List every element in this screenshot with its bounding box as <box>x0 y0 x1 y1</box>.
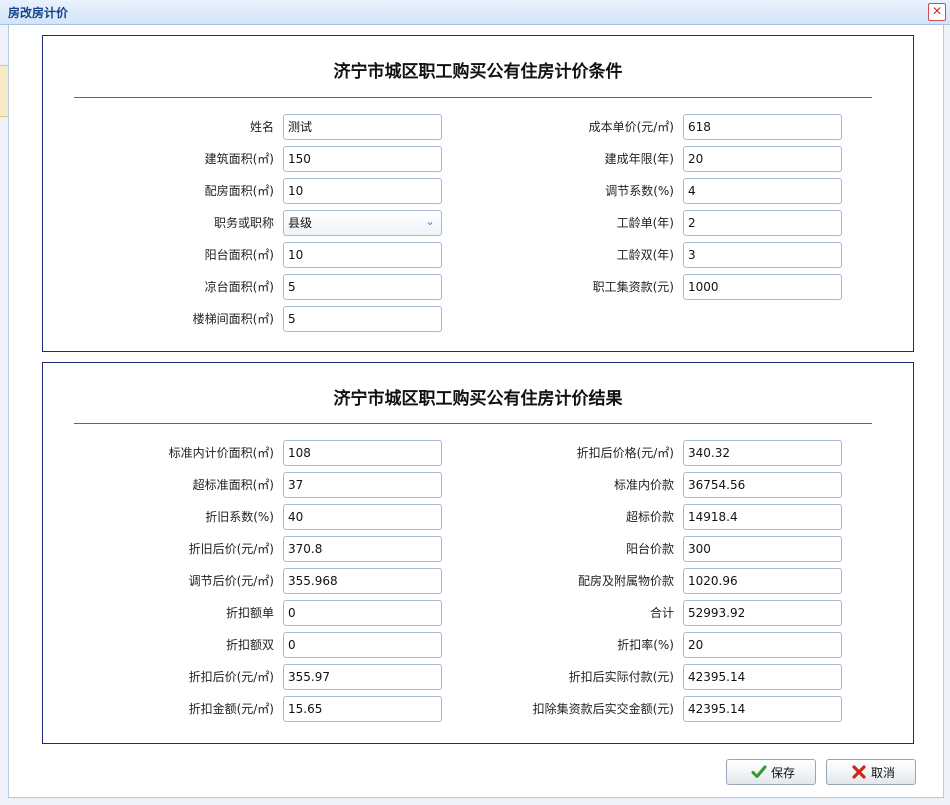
value-field[interactable]: 36754.56 <box>683 472 842 498</box>
conditions-panel: 济宁市城区职工购买公有住房计价条件 姓名 测试 建筑面积(㎡) 150 配房面积(㎡) 1… <box>42 35 914 352</box>
field-value: 300 <box>688 542 711 556</box>
left-frame <box>0 25 8 805</box>
value-field[interactable]: 20 <box>683 632 842 658</box>
value-field[interactable]: 14918.4 <box>683 504 842 530</box>
form-row: 配房及附属物价款 1020.96 <box>43 568 913 594</box>
field-label: 折扣率(%) <box>617 638 674 652</box>
field-label: 标准内价款 <box>613 478 674 492</box>
field-value: 618 <box>688 120 711 134</box>
field-label: 工龄双(年) <box>616 248 674 262</box>
value-field[interactable]: 42395.14 <box>683 696 842 722</box>
value-field[interactable]: 1020.96 <box>683 568 842 594</box>
field-label: 成本单价(元/㎡) <box>588 120 674 134</box>
form-row: 职工集资款(元) 1000 <box>43 274 913 300</box>
form-row: 折扣后实际付款(元) 42395.14 <box>43 664 913 690</box>
form-row: 折扣率(%) 20 <box>43 632 913 658</box>
form-row: 成本单价(元/㎡) 618 <box>43 114 913 140</box>
conditions-title: 济宁市城区职工购买公有住房计价条件 <box>333 62 623 82</box>
field-value: 340.32 <box>688 446 730 460</box>
field-value: 1000 <box>688 280 719 294</box>
form-row: 建成年限(年) 20 <box>43 146 913 172</box>
field-label: 配房及附属物价款 <box>577 574 674 588</box>
field-value: 42395.14 <box>688 702 746 716</box>
value-field[interactable]: 4 <box>683 178 842 204</box>
close-icon[interactable]: ✕ <box>928 3 946 21</box>
value-field[interactable]: 42395.14 <box>683 664 842 690</box>
field-value: 3 <box>688 248 696 262</box>
window-title: 房改房计价 <box>8 6 69 20</box>
cross-icon <box>852 765 866 779</box>
field-value: 20 <box>688 152 704 166</box>
field-label: 调节系数(%) <box>605 184 674 198</box>
value-field[interactable]: 300 <box>683 536 842 562</box>
check-icon <box>751 765 767 778</box>
field-label: 折扣后实际付款(元) <box>568 670 674 684</box>
cancel-button-label: 取消 <box>871 766 896 780</box>
field-value: 1020.96 <box>688 574 738 588</box>
field-label: 扣除集资款后实交金额(元) <box>532 702 674 716</box>
value-field[interactable]: 52993.92 <box>683 600 842 626</box>
form-row: 合计 52993.92 <box>43 600 913 626</box>
value-field[interactable]: 3 <box>683 242 842 268</box>
field-value: 20 <box>688 638 704 652</box>
form-row: 阳台价款 300 <box>43 536 913 562</box>
field-label: 折扣后价格(元/㎡) <box>576 446 674 460</box>
field-value: 2 <box>688 216 696 230</box>
form-row: 超标价款 14918.4 <box>43 504 913 530</box>
field-label: 合计 <box>649 606 674 620</box>
left-frame-marker <box>0 65 8 117</box>
field-label: 阳台价款 <box>625 542 674 556</box>
form-row: 工龄双(年) 3 <box>43 242 913 268</box>
field-value: 42395.14 <box>688 670 746 684</box>
form-row: 折扣后价格(元/㎡) 340.32 <box>43 440 913 466</box>
form-row: 楼梯间面积(㎡) 5 <box>43 306 913 332</box>
save-button-label: 保存 <box>771 766 796 780</box>
field-label: 职工集资款(元) <box>592 280 674 294</box>
field-value: 14918.4 <box>688 510 738 524</box>
field-label: 楼梯间面积(㎡) <box>192 312 274 326</box>
results-title: 济宁市城区职工购买公有住房计价结果 <box>333 389 623 409</box>
save-button[interactable]: 保存 <box>726 759 816 785</box>
form-row: 调节系数(%) 4 <box>43 178 913 204</box>
value-field[interactable]: 340.32 <box>683 440 842 466</box>
value-field[interactable]: 618 <box>683 114 842 140</box>
conditions-divider <box>74 97 872 98</box>
window-titlebar: 房改房计价 ✕ <box>0 0 950 25</box>
field-value: 4 <box>688 184 696 198</box>
results-panel: 济宁市城区职工购买公有住房计价结果 标准内计价面积(㎡) 108 超标准面积(㎡) 3… <box>42 362 914 744</box>
value-field[interactable]: 2 <box>683 210 842 236</box>
field-label: 工龄单(年) <box>616 216 674 230</box>
value-field[interactable]: 20 <box>683 146 842 172</box>
field-label: 超标价款 <box>625 510 674 524</box>
field-value: 5 <box>288 312 296 326</box>
field-value: 36754.56 <box>688 478 746 492</box>
field-value: 52993.92 <box>688 606 746 620</box>
results-divider <box>74 423 872 424</box>
field-label: 建成年限(年) <box>604 152 674 166</box>
form-row: 扣除集资款后实交金额(元) 42395.14 <box>43 696 913 722</box>
value-field[interactable]: 5 <box>283 306 442 332</box>
bottom-frame <box>0 797 950 805</box>
cancel-button[interactable]: 取消 <box>826 759 916 785</box>
form-row: 工龄单(年) 2 <box>43 210 913 236</box>
value-field[interactable]: 1000 <box>683 274 842 300</box>
form-row: 标准内价款 36754.56 <box>43 472 913 498</box>
